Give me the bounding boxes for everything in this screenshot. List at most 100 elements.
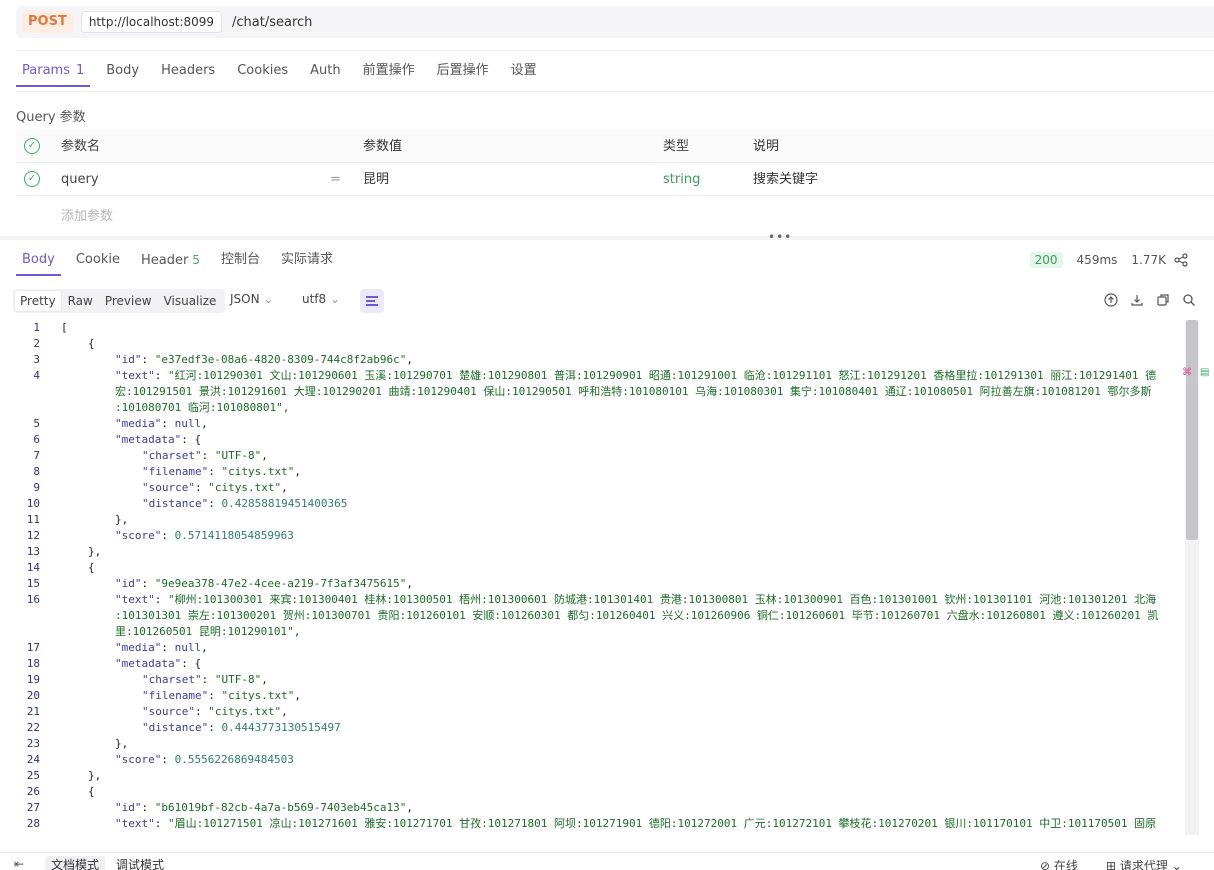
proxy-select[interactable]: ⊞ 请求代理 ⌄ bbox=[1106, 857, 1182, 870]
search-icon[interactable] bbox=[1182, 293, 1196, 307]
response-body-code[interactable]: 1[2{3 "id": "e37edf3e-08a6-4820-8309-744c… bbox=[0, 320, 1184, 835]
code-line: 5 "media": null, bbox=[0, 416, 1184, 432]
line-number: 23 bbox=[26, 737, 40, 750]
online-status[interactable]: ⊘ 在线 bbox=[1040, 857, 1078, 870]
scrollbar-thumb[interactable] bbox=[1186, 320, 1198, 540]
tab-response-header[interactable]: Header 5 bbox=[135, 246, 206, 276]
debug-mode-button[interactable]: 调试模式 bbox=[110, 856, 170, 870]
line-number: 15 bbox=[26, 577, 40, 590]
response-size: 1.77K bbox=[1131, 253, 1166, 267]
code-line: 7 "charset": "UTF-8", bbox=[0, 448, 1184, 464]
line-number: 18 bbox=[26, 657, 40, 670]
code-line: 22 "distance": 0.4443773130515497 bbox=[0, 720, 1184, 736]
collapse-icon[interactable]: ⇤ bbox=[14, 857, 24, 870]
code-line: 18 "metadata": { bbox=[0, 656, 1184, 672]
tab-settings[interactable]: 设置 bbox=[505, 57, 543, 87]
line-number: 28 bbox=[26, 817, 40, 830]
tab-actual-request[interactable]: 实际请求 bbox=[275, 246, 339, 276]
code-line: :101301301 崇左:101300201 贺州:101300701 贵阳:… bbox=[0, 608, 1184, 624]
param-value-input[interactable]: 昆明 bbox=[363, 163, 389, 196]
chevron-down-icon: ⌄ bbox=[1171, 859, 1182, 870]
line-number: 22 bbox=[26, 721, 40, 734]
line-number bbox=[0, 624, 40, 640]
tab-label: Params bbox=[22, 63, 70, 78]
table-row: ✓ query = 昆明 string 搜索关键字 bbox=[16, 163, 1214, 196]
add-param-input[interactable]: 添加参数 bbox=[61, 205, 113, 224]
code-text: "text": "柳州:101300301 来宾:101300401 桂林:10… bbox=[115, 593, 1157, 606]
tab-console[interactable]: 控制台 bbox=[215, 246, 266, 276]
table-header: ✓ 参数名 参数值 类型 说明 bbox=[16, 130, 1214, 163]
code-line: 28 "text": "眉山:101271501 凉山:101271601 雅安:… bbox=[0, 816, 1184, 832]
code-line: 25}, bbox=[0, 768, 1184, 784]
tab-params[interactable]: Params 1 bbox=[16, 57, 91, 87]
pane-divider[interactable] bbox=[0, 236, 1214, 240]
line-number bbox=[0, 400, 40, 416]
view-visualize-button[interactable]: Visualize bbox=[159, 291, 222, 311]
code-line: :101080701 临河:101080801", bbox=[0, 400, 1184, 416]
column-type: 类型 bbox=[663, 139, 690, 154]
view-pretty-button[interactable]: Pretty bbox=[15, 291, 61, 311]
code-text: "filename": "citys.txt", bbox=[142, 689, 301, 702]
column-desc: 说明 bbox=[753, 139, 780, 154]
side-dock-icon[interactable]: ▤ bbox=[1200, 367, 1209, 378]
row-checkbox[interactable]: ✓ bbox=[24, 171, 40, 187]
select-all-checkbox[interactable]: ✓ bbox=[24, 138, 40, 154]
tab-body[interactable]: Body bbox=[100, 57, 145, 87]
line-number: 11 bbox=[26, 513, 40, 526]
line-number: 4 bbox=[33, 369, 40, 382]
encoding-select[interactable]: utf8 ⌄ bbox=[302, 292, 340, 306]
code-line: 宏:101291501 景洪:101291601 大理:101290201 曲靖… bbox=[0, 384, 1184, 400]
tab-post-operations[interactable]: 后置操作 bbox=[431, 57, 495, 87]
code-text: "text": "红河:101290301 文山:101290601 玉溪:10… bbox=[115, 369, 1157, 382]
line-number: 7 bbox=[33, 449, 40, 462]
divider bbox=[16, 91, 1214, 92]
code-line: 27 "id": "b61019bf-82cb-4a7a-b569-7403eb4… bbox=[0, 800, 1184, 816]
tab-response-cookie[interactable]: Cookie bbox=[70, 246, 126, 276]
response-tabs: Body Cookie Header 5 控制台 实际请求 bbox=[16, 246, 348, 276]
line-number: 17 bbox=[26, 641, 40, 654]
code-line: 15 "id": "9e9ea378-47e2-4cee-a219-7f3af34… bbox=[0, 576, 1184, 592]
tab-pre-operations[interactable]: 前置操作 bbox=[357, 57, 421, 87]
format-select[interactable]: JSON ⌄ bbox=[230, 292, 273, 306]
online-label: 在线 bbox=[1053, 859, 1078, 870]
line-number: 6 bbox=[33, 433, 40, 446]
resize-handle-icon[interactable]: ••• bbox=[768, 230, 792, 244]
code-line: 1[ bbox=[0, 320, 1184, 336]
line-number: 3 bbox=[33, 353, 40, 366]
code-text: "charset": "UTF-8", bbox=[142, 449, 268, 462]
code-text: "text": "眉山:101271501 凉山:101271601 雅安:10… bbox=[115, 817, 1157, 830]
tab-headers[interactable]: Headers bbox=[155, 57, 221, 87]
code-text: "media": null, bbox=[115, 417, 208, 430]
code-text: { bbox=[88, 337, 95, 350]
code-line: 26 { bbox=[0, 784, 1184, 800]
param-desc-input[interactable]: 搜索关键字 bbox=[753, 163, 818, 196]
copy-icon[interactable] bbox=[1156, 293, 1170, 307]
path-input[interactable]: /chat/search bbox=[232, 15, 312, 30]
code-line: 23}, bbox=[0, 736, 1184, 752]
param-name-input[interactable]: query bbox=[61, 163, 99, 196]
format-code-button[interactable] bbox=[360, 289, 384, 313]
method-select[interactable]: POST bbox=[22, 11, 73, 33]
host-select[interactable]: http://localhost:8099 bbox=[80, 11, 223, 33]
download-icon[interactable] bbox=[1130, 293, 1144, 307]
tab-auth[interactable]: Auth bbox=[304, 57, 346, 87]
view-raw-button[interactable]: Raw bbox=[63, 291, 98, 311]
query-params-title: Query 参数 bbox=[16, 110, 86, 125]
view-preview-button[interactable]: Preview bbox=[100, 291, 157, 311]
code-text: }, bbox=[115, 737, 129, 750]
tab-response-body[interactable]: Body bbox=[16, 246, 61, 276]
code-text: "score": 0.5556226869484503 bbox=[115, 753, 294, 766]
code-line: 11}, bbox=[0, 512, 1184, 528]
doc-mode-button[interactable]: 文档模式 bbox=[45, 856, 106, 870]
proxy-label: 请求代理 bbox=[1119, 859, 1168, 870]
share-icon[interactable] bbox=[1174, 253, 1188, 267]
line-number: 12 bbox=[26, 529, 40, 542]
line-number bbox=[0, 608, 40, 624]
line-number: 13 bbox=[26, 545, 40, 558]
code-text: "filename": "citys.txt", bbox=[142, 465, 301, 478]
param-type-select[interactable]: string bbox=[663, 163, 700, 196]
code-text: "metadata": { bbox=[115, 657, 202, 670]
side-dock-icon[interactable]: ⌘ bbox=[1182, 367, 1192, 378]
tab-cookies[interactable]: Cookies bbox=[231, 57, 294, 87]
upload-icon[interactable] bbox=[1104, 293, 1118, 307]
